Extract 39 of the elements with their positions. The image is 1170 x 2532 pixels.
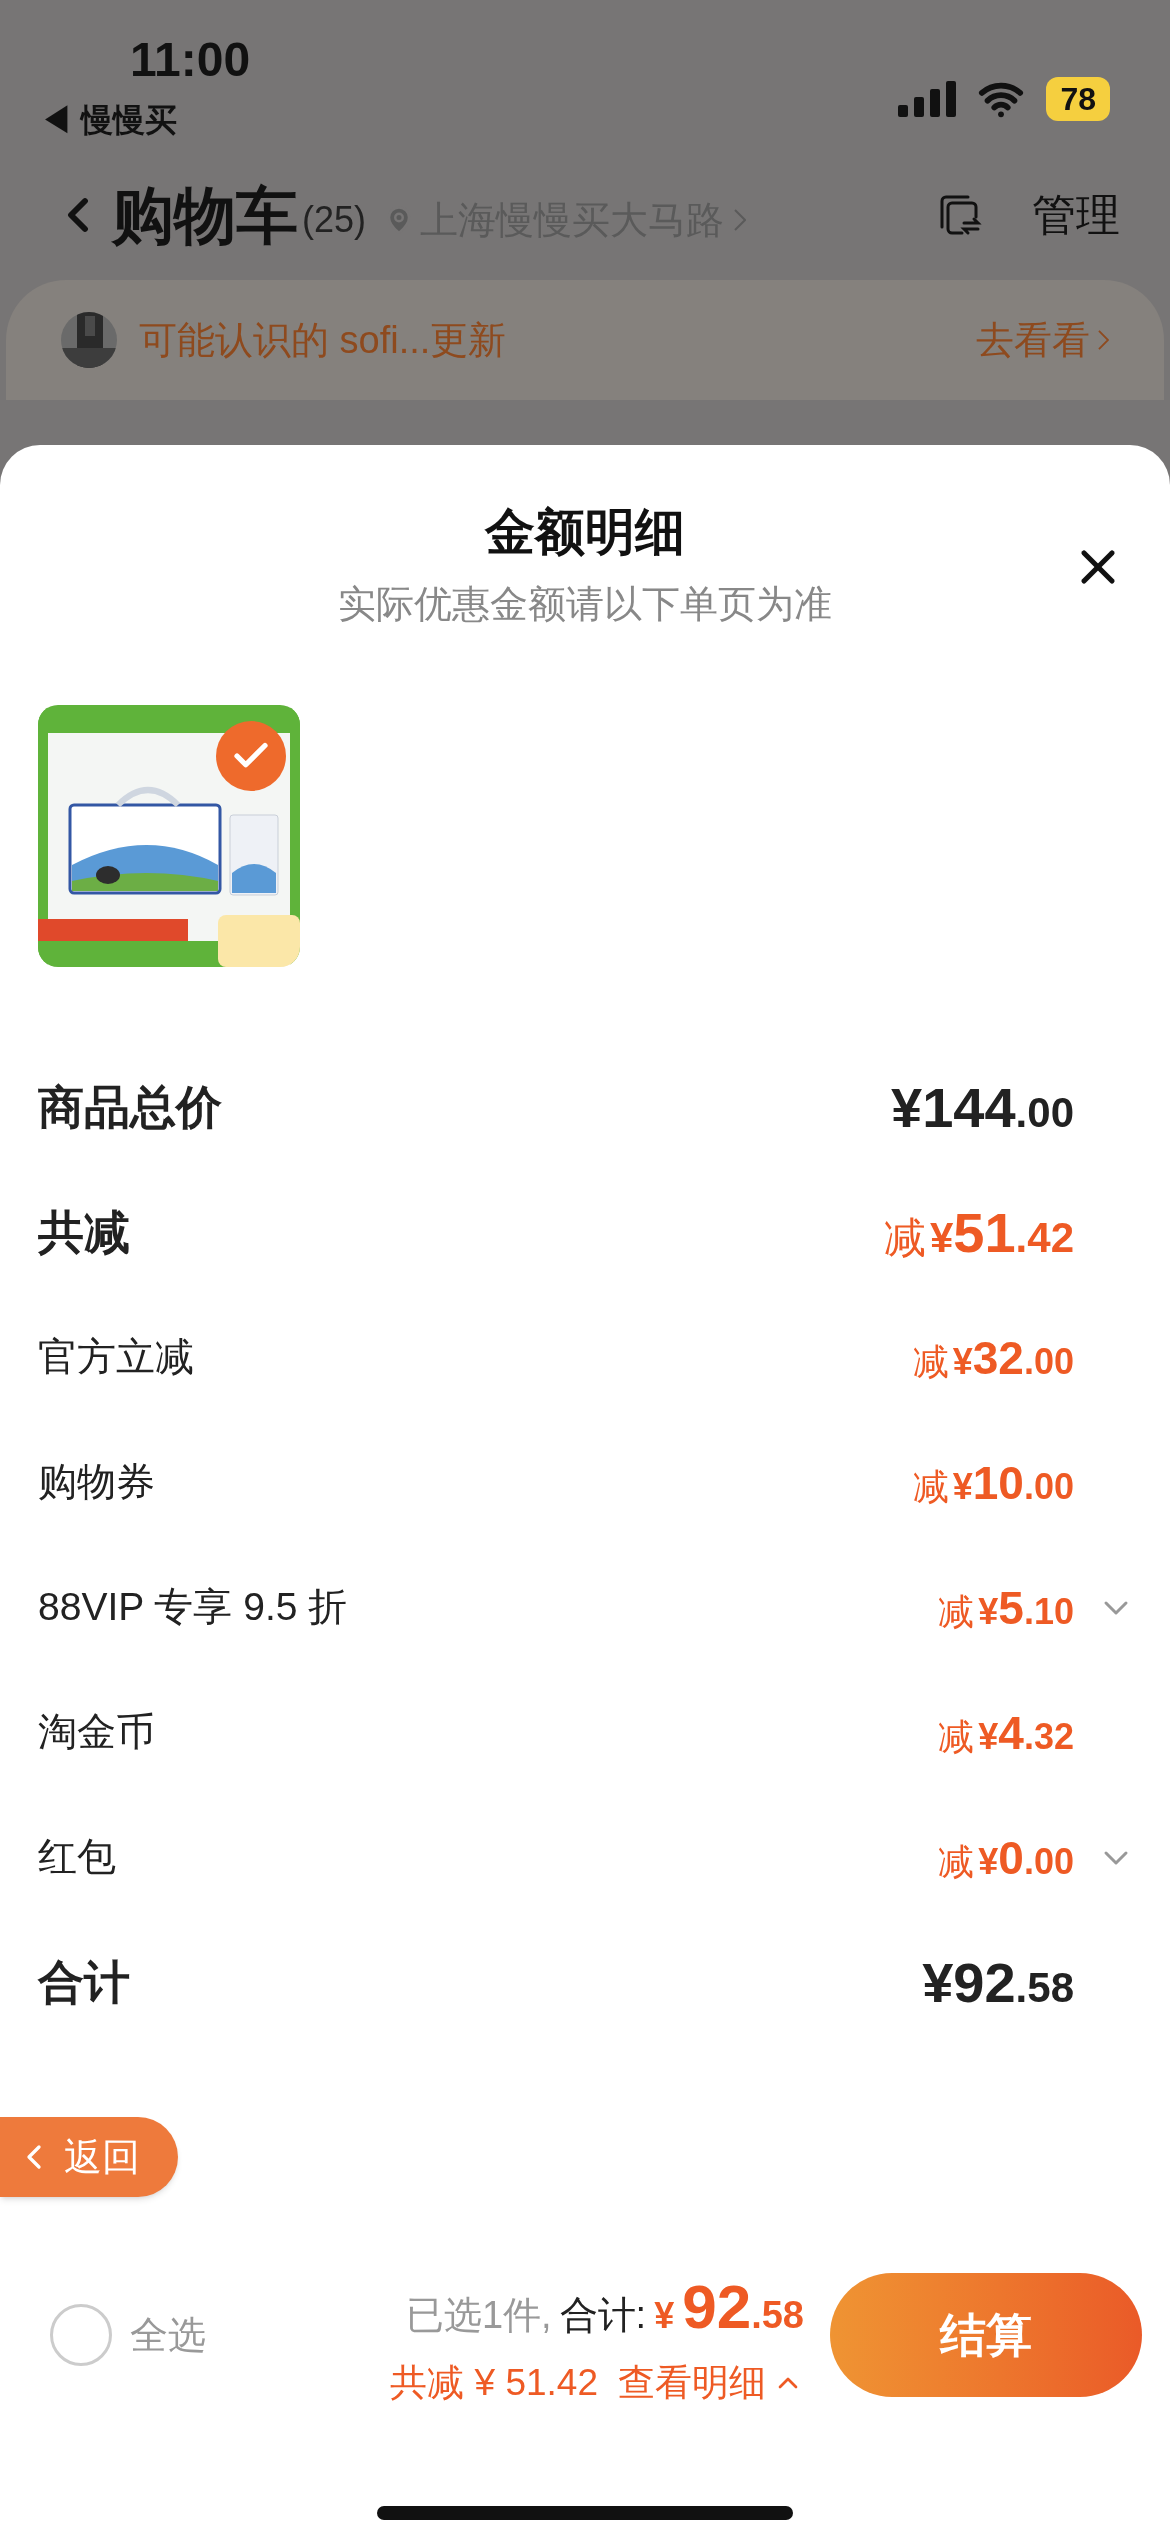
sheet-title: 金额明细	[485, 503, 685, 562]
row-label: 共减	[38, 1205, 131, 1260]
select-all-label[interactable]: 全选	[130, 2306, 206, 2364]
row-label: 红包	[38, 1834, 117, 1881]
back-button[interactable]: 返回	[0, 2117, 178, 2197]
row-label: 88VIP 专享 9.5 折	[38, 1584, 349, 1631]
total-price: ¥92.58	[654, 2270, 804, 2343]
row-label: 合计	[38, 1955, 131, 2010]
select-all-checkbox[interactable]	[50, 2304, 112, 2366]
status-time: 11:00	[130, 32, 251, 88]
row-label: 官方立减	[38, 1334, 195, 1381]
notification-banner[interactable]: 可能认识的 sofi...更新 去看看	[6, 280, 1164, 400]
selected-count: 已选1件,	[405, 2292, 552, 2338]
row-label: 商品总价	[38, 1080, 223, 1135]
battery-indicator: 78	[1046, 77, 1110, 121]
manage-button[interactable]: 管理	[1032, 182, 1120, 248]
chevron-right-icon	[734, 209, 747, 231]
sheet-subtitle: 实际优惠金额请以下单页为准	[338, 582, 832, 627]
price-text: 减¥0.00	[938, 1834, 1074, 1881]
total-label: 合计:	[559, 2292, 647, 2338]
banner-link[interactable]: 去看看	[976, 311, 1109, 369]
price-text: 减¥5.10	[938, 1584, 1074, 1631]
row-label: 淘金币	[38, 1709, 156, 1756]
price-text: 减¥32.00	[912, 1334, 1074, 1381]
chevron-right-icon	[1098, 330, 1109, 350]
signal-icon	[898, 81, 957, 117]
item-count: (25)	[302, 198, 367, 242]
banner-text: 可能认识的 sofi...更新	[139, 317, 508, 363]
row-label: 购物券	[38, 1459, 156, 1506]
price-text: 减¥4.32	[938, 1709, 1074, 1756]
price-text: ¥144.00	[891, 1079, 1074, 1136]
details-link[interactable]: 查看明细	[618, 2354, 804, 2411]
price-text: ¥92.58	[922, 1954, 1074, 2011]
page-title: 购物车	[112, 179, 298, 252]
back-to-app-link[interactable]: ◀ 慢慢买	[40, 96, 177, 144]
checkout-button[interactable]: 结算	[830, 2273, 1142, 2397]
discount-text: 共减 ¥ 51.42	[390, 2360, 598, 2405]
price-text: 减¥10.00	[912, 1459, 1074, 1506]
price-text: 减¥51.42	[883, 1204, 1074, 1261]
